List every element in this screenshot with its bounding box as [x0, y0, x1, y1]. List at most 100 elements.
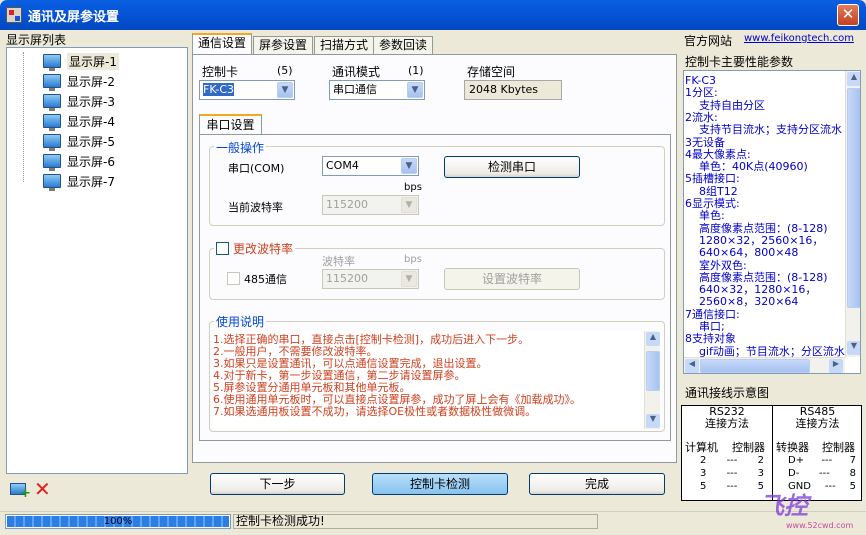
status-message: 控制卡检测成功! [233, 514, 598, 529]
help-text: 1.选择正确的串口，直接点击[控制卡检测]，成功后进入下一步。 2.一般用户，不… [213, 331, 660, 429]
wiring-title: 通讯接线示意图 [685, 386, 770, 400]
perf-line: 5插槽接口: [685, 172, 740, 186]
perf-vscroll[interactable]: ▲ ▼ [845, 71, 860, 357]
port-select[interactable]: COM4 ▼ [322, 156, 419, 176]
finish-button[interactable]: 完成 [529, 473, 665, 495]
monitor-icon [43, 54, 61, 71]
monitor-icon [43, 74, 61, 91]
screen-list-title: 显示屏列表 [6, 33, 67, 47]
chevron-down-icon: ▼ [401, 197, 417, 213]
perf-line: 1280×32，2560×16， [685, 233, 824, 247]
wiring-row: 3 --- 3 [700, 468, 764, 479]
pc-label: 计算机 [685, 441, 718, 454]
general-legend: 一般操作 [214, 139, 267, 156]
window-title: 通讯及屏参设置 [28, 10, 120, 25]
wiring-row: 2 --- 2 [700, 455, 764, 466]
change-baud-legend: 更改波特率 [214, 240, 296, 257]
rs232-title: RS232 连接方法 [705, 405, 749, 430]
tab-param-readback[interactable]: 参数回读 [373, 36, 434, 54]
tab-screen-params[interactable]: 屏参设置 [253, 36, 314, 54]
screen-tree[interactable]: 显示屏-1 显示屏-2 显示屏-3 显示屏-4 显示屏-5 显示屏-6 显示屏-… [6, 47, 188, 474]
tree-line [23, 52, 24, 182]
tree-item-screen-7[interactable]: 显示屏-7 [43, 172, 115, 191]
monitor-icon [43, 134, 61, 151]
bps-unit-2: bps [404, 254, 422, 265]
perf-title: 控制卡主要性能参数 [685, 55, 794, 69]
detect-card-button[interactable]: 控制卡检测 [372, 473, 508, 495]
scroll-left-icon[interactable]: ◀ [685, 359, 699, 373]
storage-label: 存储空间 [467, 65, 516, 79]
ctl-label: 控制器 [732, 441, 765, 454]
tree-item-screen-6[interactable]: 显示屏-6 [43, 152, 115, 171]
perf-line: 3无设备 [685, 135, 725, 149]
site-label: 官方网站 [684, 34, 733, 48]
perf-line: 8支持对象 [685, 332, 736, 346]
card-count: (5) [277, 64, 293, 77]
perf-line: 640×64，800×48 [685, 246, 799, 260]
scroll-up-icon[interactable]: ▲ [646, 332, 660, 346]
chevron-down-icon: ▼ [401, 158, 417, 174]
progress-label: 100% [103, 516, 133, 527]
perf-line: gif动画；节目流水；分区流水 [685, 344, 845, 357]
help-legend: 使用说明 [214, 313, 267, 330]
tree-item-screen-4[interactable]: 显示屏-4 [43, 112, 115, 131]
card-select[interactable]: FK-C3 ▼ [199, 80, 295, 100]
perf-line: 高度像素点范围：(8-128) [685, 221, 828, 235]
perf-line: 支持节目流水；支持分区流水 [685, 123, 842, 137]
progress-bar: 100% [5, 514, 231, 529]
rs485-label: 485通信 [244, 273, 287, 286]
tab-scan-mode[interactable]: 扫描方式 [314, 36, 375, 54]
set-baud-button[interactable]: 设置波特率 [444, 268, 580, 290]
app-icon [6, 7, 22, 23]
baud-select[interactable]: 115200 ▼ [322, 269, 419, 289]
tree-item-screen-3[interactable]: 显示屏-3 [43, 92, 115, 111]
site-link[interactable]: www.feikongtech.com [744, 33, 854, 44]
scroll-down-icon[interactable]: ▼ [847, 341, 860, 355]
scroll-thumb[interactable] [646, 351, 660, 391]
watermark-url: www.52cwd.com [786, 521, 854, 530]
tree-item-screen-5[interactable]: 显示屏-5 [43, 132, 115, 151]
mode-label: 通讯模式 [332, 65, 381, 79]
perf-line: 7通信接口: [685, 307, 740, 321]
close-button[interactable]: ✕ [837, 4, 859, 26]
mode-count: (1) [408, 64, 424, 77]
scroll-right-icon[interactable]: ▶ [829, 359, 843, 373]
wiring-row: D+ --- 7 [788, 455, 856, 466]
perf-line: 室外双色: [685, 258, 747, 272]
tab-serial-settings[interactable]: 串口设置 [199, 114, 262, 135]
delete-screen-icon[interactable]: ✕ [34, 478, 51, 500]
conv-label: 转换器 [776, 441, 809, 454]
add-screen-button[interactable]: + [10, 481, 31, 500]
mode-select[interactable]: 串口通信 ▼ [329, 80, 425, 100]
tree-item-screen-1[interactable]: 显示屏-1 [43, 52, 119, 71]
monitor-icon [43, 154, 61, 171]
rs485-title: RS485 连接方法 [795, 405, 840, 430]
scroll-down-icon[interactable]: ▼ [646, 414, 660, 428]
perf-hscroll[interactable]: ◀ ▶ [684, 357, 845, 373]
watermark-logo: 飞控 [760, 491, 808, 520]
port-label: 串口(COM) [228, 162, 285, 175]
monitor-icon [43, 174, 61, 191]
perf-line: FK-C3 [685, 74, 717, 87]
next-button[interactable]: 下一步 [210, 473, 345, 495]
tab-comm-settings[interactable]: 通信设置 [192, 33, 253, 55]
detect-port-button[interactable]: 检测串口 [444, 156, 580, 178]
wiring-row: D- --- 8 [788, 468, 856, 479]
perf-line: 单色: [685, 209, 725, 223]
tree-item-screen-2[interactable]: 显示屏-2 [43, 72, 115, 91]
perf-line: 高度像素点范围：(8-128) [685, 270, 828, 284]
wiring-row: 5 --- 5 [700, 481, 764, 492]
scroll-thumb[interactable] [700, 359, 810, 373]
perf-line: 1分区: [685, 86, 718, 100]
scroll-up-icon[interactable]: ▲ [847, 72, 860, 86]
change-baud-checkbox[interactable] [216, 242, 229, 255]
rs485-checkbox[interactable] [227, 272, 240, 285]
ctl2-label: 控制器 [822, 441, 855, 454]
monitor-icon [43, 94, 61, 111]
chevron-down-icon: ▼ [407, 82, 423, 98]
current-baud-label: 当前波特率 [228, 201, 283, 214]
help-scrollbar[interactable]: ▲ ▼ [644, 331, 660, 429]
scroll-thumb[interactable] [847, 88, 860, 308]
help-line: 7.如果选通用板设置不成功，请选择OE极性或者数据极性做微调。 [213, 405, 537, 418]
current-baud-select[interactable]: 115200 ▼ [322, 195, 419, 215]
